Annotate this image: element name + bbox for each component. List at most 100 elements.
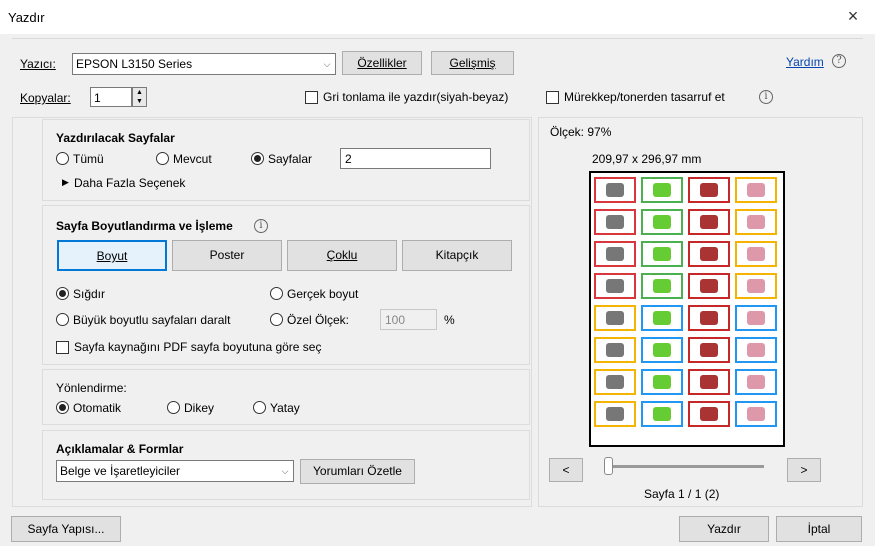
preview-picture [747, 407, 765, 421]
preview-picture [653, 311, 671, 325]
close-icon[interactable]: × [842, 5, 864, 27]
more-options-link[interactable]: Daha Fazla Seçenek [74, 176, 185, 190]
advanced-button[interactable]: Gelişmiş [431, 51, 514, 75]
chevron-down-icon: ⌵ [318, 54, 335, 74]
radio-portrait-label: Dikey [184, 401, 215, 415]
preview-picture [606, 279, 624, 293]
grayscale-checkbox[interactable] [305, 91, 318, 104]
preview-picture [606, 311, 624, 325]
preview-tile [735, 241, 777, 267]
preview-tile [735, 177, 777, 203]
preview-tile [641, 177, 683, 203]
copies-value: 1 [94, 91, 101, 105]
preview-tile [688, 337, 730, 363]
custom-scale-value: 100 [385, 313, 406, 327]
preview-tile [594, 241, 636, 267]
copies-input[interactable]: 1 [90, 87, 132, 107]
printer-select-value: EPSON L3150 Series [76, 57, 193, 71]
radio-custom-scale-label: Özel Ölçek: [287, 313, 350, 327]
info-icon[interactable]: i [759, 90, 773, 104]
next-page-button[interactable]: > [787, 458, 821, 482]
preview-tile [735, 305, 777, 331]
orientation-section [42, 369, 530, 425]
stepper-down-icon[interactable]: ▼ [133, 97, 146, 106]
preview-tile [641, 401, 683, 427]
preview-tile [594, 177, 636, 203]
summarize-comments-button[interactable]: Yorumları Özetle [300, 459, 415, 484]
help-icon[interactable]: ? [832, 54, 846, 68]
printer-select[interactable]: EPSON L3150 Series ⌵ [72, 53, 336, 75]
title-bar: Yazdır × [0, 0, 875, 34]
tab-booklet[interactable]: Kitapçık [402, 240, 512, 271]
expand-triangle-icon[interactable]: ▶ [62, 177, 69, 188]
sizing-section-title: Sayfa Boyutlandırma ve İşleme [56, 219, 233, 233]
tab-poster[interactable]: Poster [172, 240, 282, 271]
radio-all[interactable] [56, 152, 69, 165]
custom-scale-input[interactable]: 100 [380, 309, 437, 330]
tab-multiple[interactable]: Çoklu [287, 240, 397, 271]
preview-tile [641, 305, 683, 331]
radio-landscape-label: Yatay [270, 401, 300, 415]
radio-shrink[interactable] [56, 313, 69, 326]
tab-size[interactable]: Boyut [57, 240, 167, 271]
preview-tile [641, 273, 683, 299]
preview-tile [688, 369, 730, 395]
preview-picture [606, 215, 624, 229]
preview-picture [747, 343, 765, 357]
preview-picture [606, 247, 624, 261]
pages-section-title: Yazdırılacak Sayfalar [56, 131, 175, 145]
radio-landscape[interactable] [253, 401, 266, 414]
preview-tile [641, 209, 683, 235]
percent-sign: % [444, 313, 455, 327]
radio-fit[interactable] [56, 287, 69, 300]
preview-picture [700, 279, 718, 293]
radio-current[interactable] [156, 152, 169, 165]
preview-picture [653, 215, 671, 229]
window-title: Yazdır [8, 10, 45, 25]
preview-tile [594, 209, 636, 235]
preview-picture [747, 279, 765, 293]
radio-actual-size-label: Gerçek boyut [287, 287, 359, 301]
cancel-button[interactable]: İptal [776, 516, 862, 542]
preview-picture [747, 375, 765, 389]
radio-auto[interactable] [56, 401, 69, 414]
preview-picture [653, 247, 671, 261]
preview-picture [653, 407, 671, 421]
preview-picture [747, 247, 765, 261]
properties-button[interactable]: Özellikler [342, 51, 422, 75]
print-button[interactable]: Yazdır [679, 516, 769, 542]
preview-tile [594, 273, 636, 299]
stepper-up-icon[interactable]: ▲ [133, 88, 146, 97]
page-slider-thumb[interactable] [604, 457, 613, 475]
preview-tile [688, 241, 730, 267]
page-setup-button[interactable]: Sayfa Yapısı... [11, 516, 121, 542]
radio-actual-size[interactable] [270, 287, 283, 300]
radio-portrait[interactable] [167, 401, 180, 414]
copies-stepper[interactable]: ▲ ▼ [132, 87, 147, 107]
comments-select[interactable]: Belge ve İşaretleyiciler ⌵ [56, 460, 294, 482]
page-slider-track[interactable] [604, 465, 764, 468]
page-info: Sayfa 1 / 1 (2) [644, 487, 720, 501]
radio-custom-scale[interactable] [270, 313, 283, 326]
info-icon[interactable]: i [254, 219, 268, 233]
ink-save-checkbox[interactable] [546, 91, 559, 104]
preview-picture [700, 215, 718, 229]
radio-pages[interactable] [251, 152, 264, 165]
preview-tile [735, 209, 777, 235]
preview-picture [653, 375, 671, 389]
radio-current-label: Mevcut [173, 152, 212, 166]
grayscale-label: Gri tonlama ile yazdır(siyah-beyaz) [323, 90, 509, 104]
preview-picture [700, 311, 718, 325]
copies-label: Kopyalar: [20, 91, 71, 105]
preview-picture [700, 247, 718, 261]
paper-dimensions: 209,97 x 296,97 mm [592, 152, 702, 166]
help-link[interactable]: Yardım [786, 55, 824, 69]
pages-input[interactable]: 2 [340, 148, 491, 169]
prev-page-button[interactable]: < [549, 458, 583, 482]
preview-tile [688, 273, 730, 299]
preview-picture [747, 183, 765, 197]
preview-tile [688, 209, 730, 235]
preview-tile [641, 369, 683, 395]
pdf-source-checkbox[interactable] [56, 341, 69, 354]
preview-tile [594, 337, 636, 363]
